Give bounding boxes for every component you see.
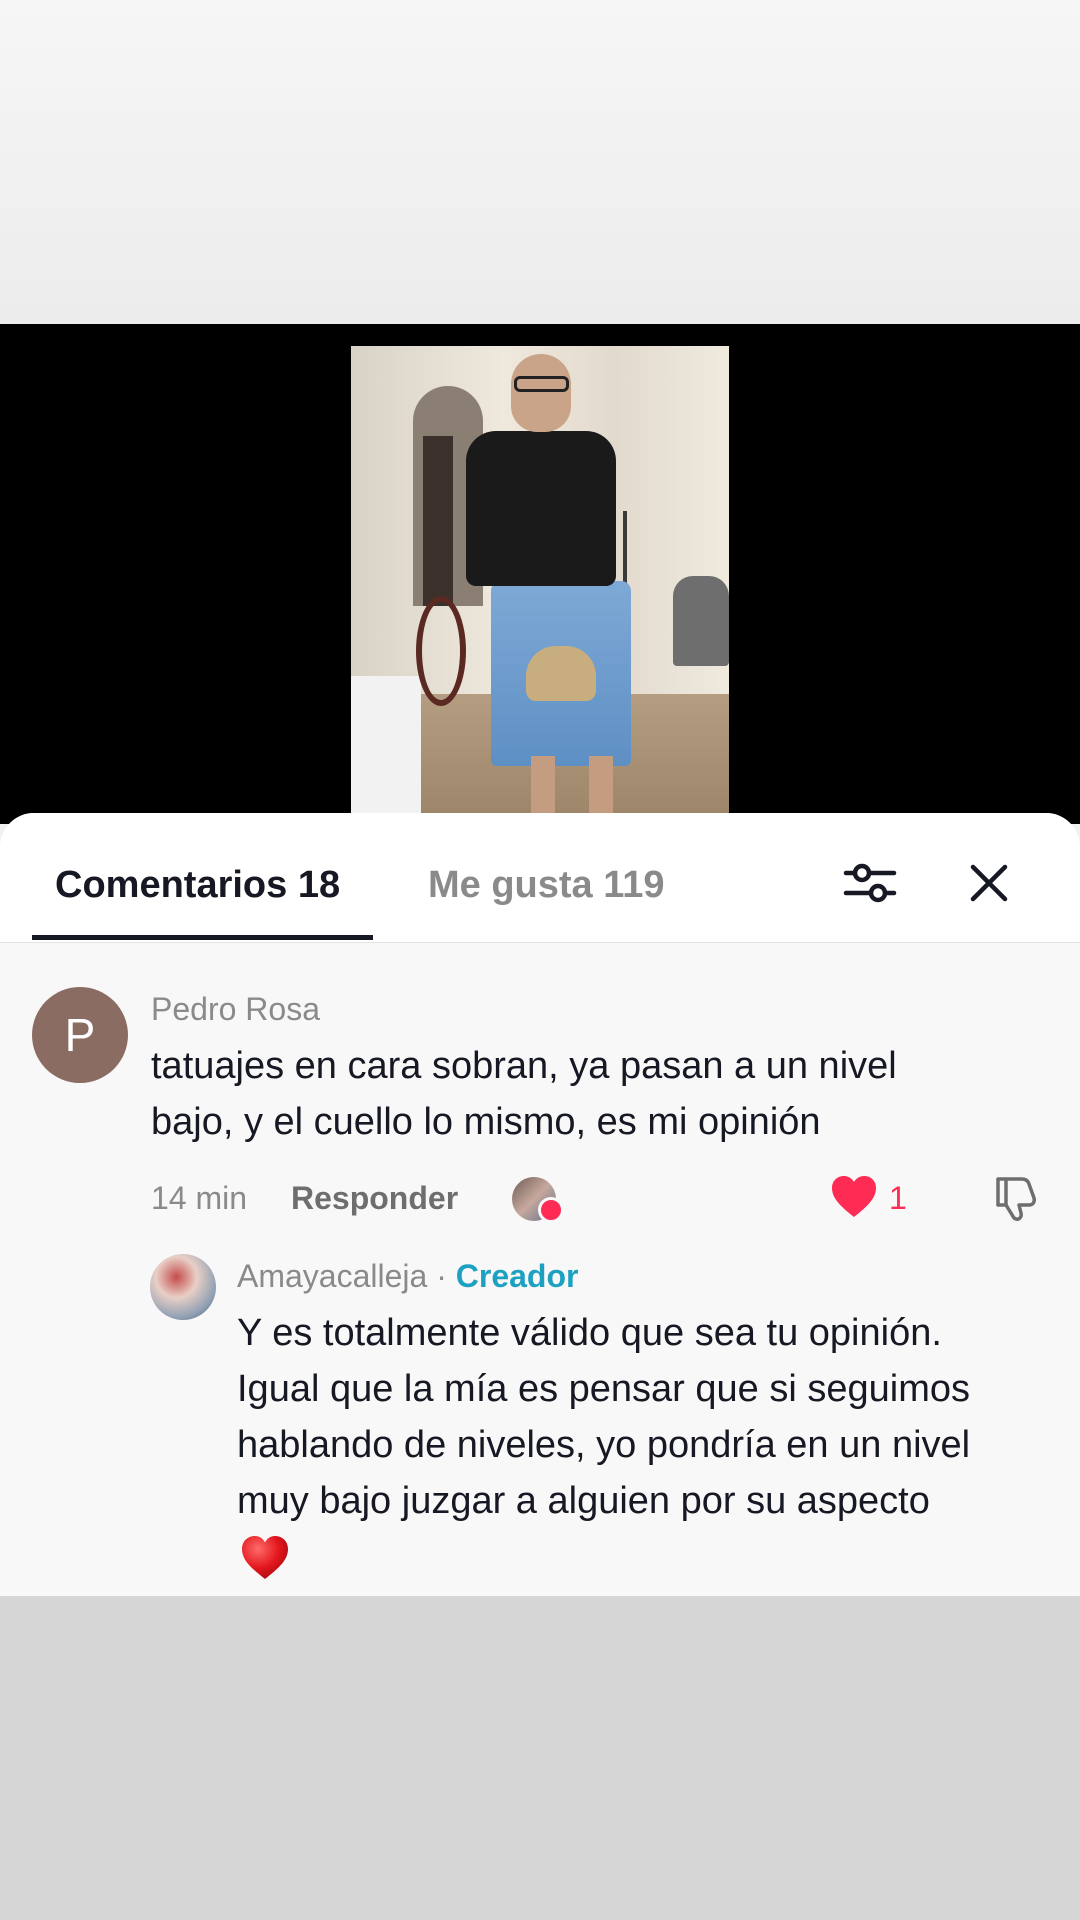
reply-text-line: Igual que la mía es pensar que si seguim…	[237, 1368, 970, 1410]
filter-sliders-icon[interactable]	[840, 853, 900, 913]
comment-username[interactable]: Pedro Rosa	[151, 989, 320, 1029]
video-thumbnail[interactable]	[351, 346, 729, 824]
avatar[interactable]: P	[32, 987, 128, 1083]
active-tab-indicator	[32, 935, 373, 940]
reply-username-row: Amayacalleja · Creador	[237, 1256, 578, 1296]
reply-text-line: Y es totalmente válido que sea tu opinió…	[237, 1312, 942, 1354]
tab-comments[interactable]: Comentarios 18	[55, 855, 340, 915]
tab-likes[interactable]: Me gusta 119	[428, 855, 665, 915]
thumbnail-head	[511, 354, 571, 432]
avatar[interactable]	[150, 1254, 216, 1320]
thumbs-down-icon[interactable]	[990, 1173, 1040, 1228]
thumbnail-chair	[673, 576, 729, 666]
comment-text-line: tatuajes en cara sobran, ya pasan a un n…	[151, 1045, 897, 1087]
thumbnail-door	[423, 436, 453, 606]
close-icon[interactable]	[962, 853, 1016, 913]
reply-username[interactable]: Amayacalleja	[237, 1258, 427, 1294]
comment-timestamp: 14 min	[151, 1180, 248, 1216]
creator-liked-heart-icon	[538, 1197, 564, 1223]
reply-button[interactable]: Responder	[291, 1178, 458, 1218]
thumbnail-glasses	[514, 376, 569, 392]
thumbnail-handbag	[526, 646, 596, 701]
bottom-background	[0, 1596, 1080, 1920]
heart-icon[interactable]	[830, 1175, 878, 1224]
like-count: 1	[889, 1180, 907, 1216]
thumbnail-shirt	[466, 431, 616, 586]
reply-text-line: hablando de niveles, yo pondría en un ni…	[237, 1424, 971, 1466]
video-player[interactable]	[0, 324, 1080, 824]
red-heart-emoji-icon	[240, 1535, 290, 1586]
top-background	[0, 0, 1080, 324]
username-separator: ·	[427, 1258, 456, 1294]
comment-text-line: bajo, y el cuello lo mismo, es mi opinió…	[151, 1101, 821, 1143]
tabs-bar: Comentarios 18 Me gusta 119	[0, 813, 1080, 943]
reply-text-line: muy bajo juzgar a alguien por su aspecto	[237, 1480, 930, 1522]
thumbnail-box	[351, 676, 421, 824]
comments-sheet: Comentarios 18 Me gusta 119 P Pedro Rosa…	[0, 813, 1080, 1596]
thumbnail-bicycle	[416, 596, 466, 706]
creator-badge: Creador	[455, 1258, 579, 1294]
